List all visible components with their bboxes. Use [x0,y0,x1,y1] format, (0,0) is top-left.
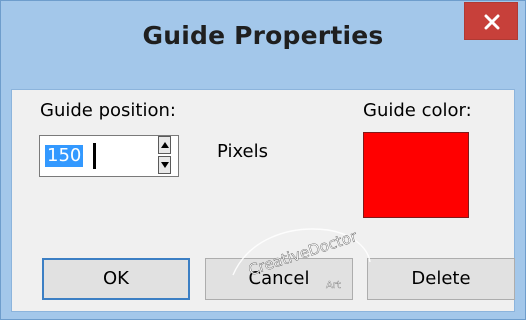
spin-up-button[interactable] [158,136,171,154]
guide-properties-dialog: Guide Properties Guide position: 150 Pix… [0,0,526,320]
spin-down-button[interactable] [158,156,171,174]
guide-color-label: Guide color: [363,100,472,121]
close-icon [484,14,500,30]
title-bar: Guide Properties [1,1,525,89]
guide-color-swatch[interactable] [363,132,469,218]
guide-position-value[interactable]: 150 [45,145,84,167]
spin-up-arrow-icon [161,142,169,148]
close-button[interactable] [464,2,518,40]
dialog-body: Guide position: 150 Pixels Guide color: … [11,89,515,312]
guide-position-label: Guide position: [40,100,176,121]
ok-button[interactable]: OK [42,258,190,300]
spin-down-arrow-icon [161,162,169,168]
pixels-unit-label: Pixels [217,141,269,162]
delete-button[interactable]: Delete [367,258,515,300]
dialog-title: Guide Properties [142,21,384,50]
cancel-button[interactable]: Cancel [205,258,353,300]
text-caret [93,143,96,169]
